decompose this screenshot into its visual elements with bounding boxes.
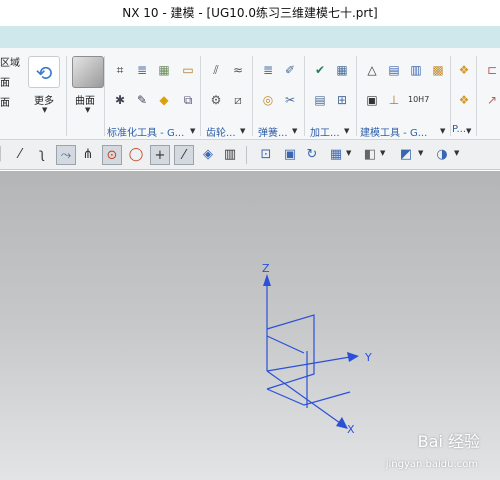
gear-info-icon[interactable]: ⧄ [230,92,246,108]
machining-table-icon[interactable]: ▤ [312,92,328,108]
z-axis-label: Z [262,262,270,275]
material-icon[interactable]: ▩ [430,62,446,78]
datum-plane-xz [266,335,305,354]
weld-icon[interactable]: ✔ [312,62,328,78]
z-axis-arrow [263,274,271,286]
machining-icon[interactable]: ▦ [334,62,350,78]
bracket-icon[interactable]: ⧉ [180,92,196,108]
surface-icon[interactable] [72,56,104,88]
partial-tool-icon[interactable]: ⊏ [484,62,500,78]
group-label-last[interactable]: P... [452,124,466,135]
fastener-icon[interactable]: ◆ [156,92,172,108]
watermark-logo: Bai 经验 [417,432,480,451]
coordinate-icon[interactable]: ⌗ [112,62,128,78]
plus-icon[interactable]: + [150,145,170,165]
spring-coil-icon[interactable]: ◎ [260,92,276,108]
document-icon[interactable]: ▤ [386,62,402,78]
ribbon-partial-label-2[interactable]: 面 [0,74,10,89]
gear-mesh-icon[interactable]: ≈ [230,62,246,78]
ribbon-partial-label-3[interactable]: 面 [0,94,10,109]
gear-tool-icon[interactable]: ✱ [112,92,128,108]
tool-icon[interactable]: ✎ [134,92,150,108]
surface-button[interactable]: 曲面 [75,92,95,107]
y-axis-arrow [347,352,359,362]
datum-plane-xy [266,388,351,406]
group-label-standardized-tools[interactable]: 标准化工具 - G... [107,124,184,139]
x-axis-line [266,370,341,424]
group-label-machining[interactable]: 加工... [310,124,340,139]
curve-icon[interactable]: ʅ [32,145,52,165]
chart-tool-icon[interactable]: ▥ [408,62,424,78]
partial-line-icon[interactable]: ↗ [484,92,500,108]
ribbon-partial-label-1[interactable]: 区域 [0,54,20,69]
group-caret-machining[interactable]: ▼ [344,127,349,135]
shade-icon[interactable]: ◧ [360,145,380,165]
circle-center-icon[interactable]: ◯ [126,145,146,165]
group-label-modeling-tools[interactable]: 建模工具 - G... [360,124,427,139]
grid-icon[interactable]: ▥ [220,145,240,165]
group-label-spring[interactable]: 弹簧... [258,124,288,139]
group-caret-gear[interactable]: ▼ [240,127,245,135]
ribbon: 区域 面 面 ⟲ 更多 ▼ 曲面 ▼ ⌗ ≣ ▦ ▭ ✱ ✎ ◆ ⧉ 标准化工具… [0,48,500,140]
point-set-icon[interactable]: ⤳ [56,145,76,165]
nx-window: NX 10 - 建模 - [UG10.0练习三维建模七十.prt] 区域 面 面… [0,0,500,480]
library-icon[interactable]: ▦ [156,62,172,78]
triangle-icon[interactable]: △ [364,62,380,78]
watermark-url: jingyan.baidu.com [385,459,478,470]
camera-icon[interactable]: ⊡ [256,145,276,165]
layer-icon[interactable]: ◈ [198,145,218,165]
gear-build-icon[interactable]: ⚙ [208,92,224,108]
fixture-icon[interactable]: ⊥ [386,92,402,108]
box-stack-icon[interactable]: ❖ [456,92,472,108]
group-label-gear[interactable]: 齿轮... [206,124,236,139]
tolerance-icon[interactable]: 10H7 [408,92,429,108]
window-title: NX 10 - 建模 - [UG10.0练习三维建模七十.prt] [0,0,500,26]
circle-snap-icon[interactable]: ⊙ [102,145,122,165]
spring-edit-icon[interactable]: ✐ [282,62,298,78]
more-dropdown-icon[interactable]: ▼ [42,106,47,114]
line-icon[interactable]: ⁄ [10,145,30,165]
table-view-icon[interactable]: ▦ [326,145,346,165]
stack-icon[interactable]: ≣ [134,62,150,78]
group-caret-modeling[interactable]: ▼ [440,127,445,135]
group-caret-spring[interactable]: ▼ [292,127,297,135]
group-caret-standardized[interactable]: ▼ [190,127,195,135]
refresh-icon[interactable]: ↻ [302,145,322,165]
machining-grid-icon[interactable]: ⊞ [334,92,350,108]
shade-caret[interactable]: ▼ [380,149,385,157]
more-button[interactable]: 更多 [34,92,54,107]
group-caret-last[interactable]: ▼ [466,127,471,135]
cube-caret[interactable]: ▼ [418,149,423,157]
intersection-icon[interactable]: ⋔ [78,145,98,165]
table-view-caret[interactable]: ▼ [346,149,351,157]
sync-icon[interactable]: ⟲ [28,56,60,88]
slash-icon[interactable]: ⁄ [174,145,194,165]
gear-cut-icon[interactable]: ⫽ [208,62,224,78]
x-axis-label: X [347,423,355,436]
box-icon[interactable]: ❖ [456,62,472,78]
spring-delete-icon[interactable]: ✂ [282,92,298,108]
part-icon[interactable]: ▭ [180,62,196,78]
y-axis-line [266,356,351,372]
selection-toolbar: ▏ ⁄ ʅ ⤳ ⋔ ⊙ ◯ + ⁄ ◈ ▥ ⊡ ▣ ↻ ▦ ▼ ◧ ▼ ◩ ▼ … [0,140,500,170]
hide-icon[interactable]: ◑ [432,145,452,165]
y-axis-label: Y [364,351,372,364]
view-icon[interactable]: ▣ [280,145,300,165]
spring-tool-icon[interactable]: ≣ [260,62,276,78]
text-block-icon[interactable]: ▣ [364,92,380,108]
ribbon-tab-bar [0,26,500,48]
surface-dropdown-icon[interactable]: ▼ [85,106,90,114]
hide-caret[interactable]: ▼ [454,149,459,157]
cube-icon[interactable]: ◩ [396,145,416,165]
